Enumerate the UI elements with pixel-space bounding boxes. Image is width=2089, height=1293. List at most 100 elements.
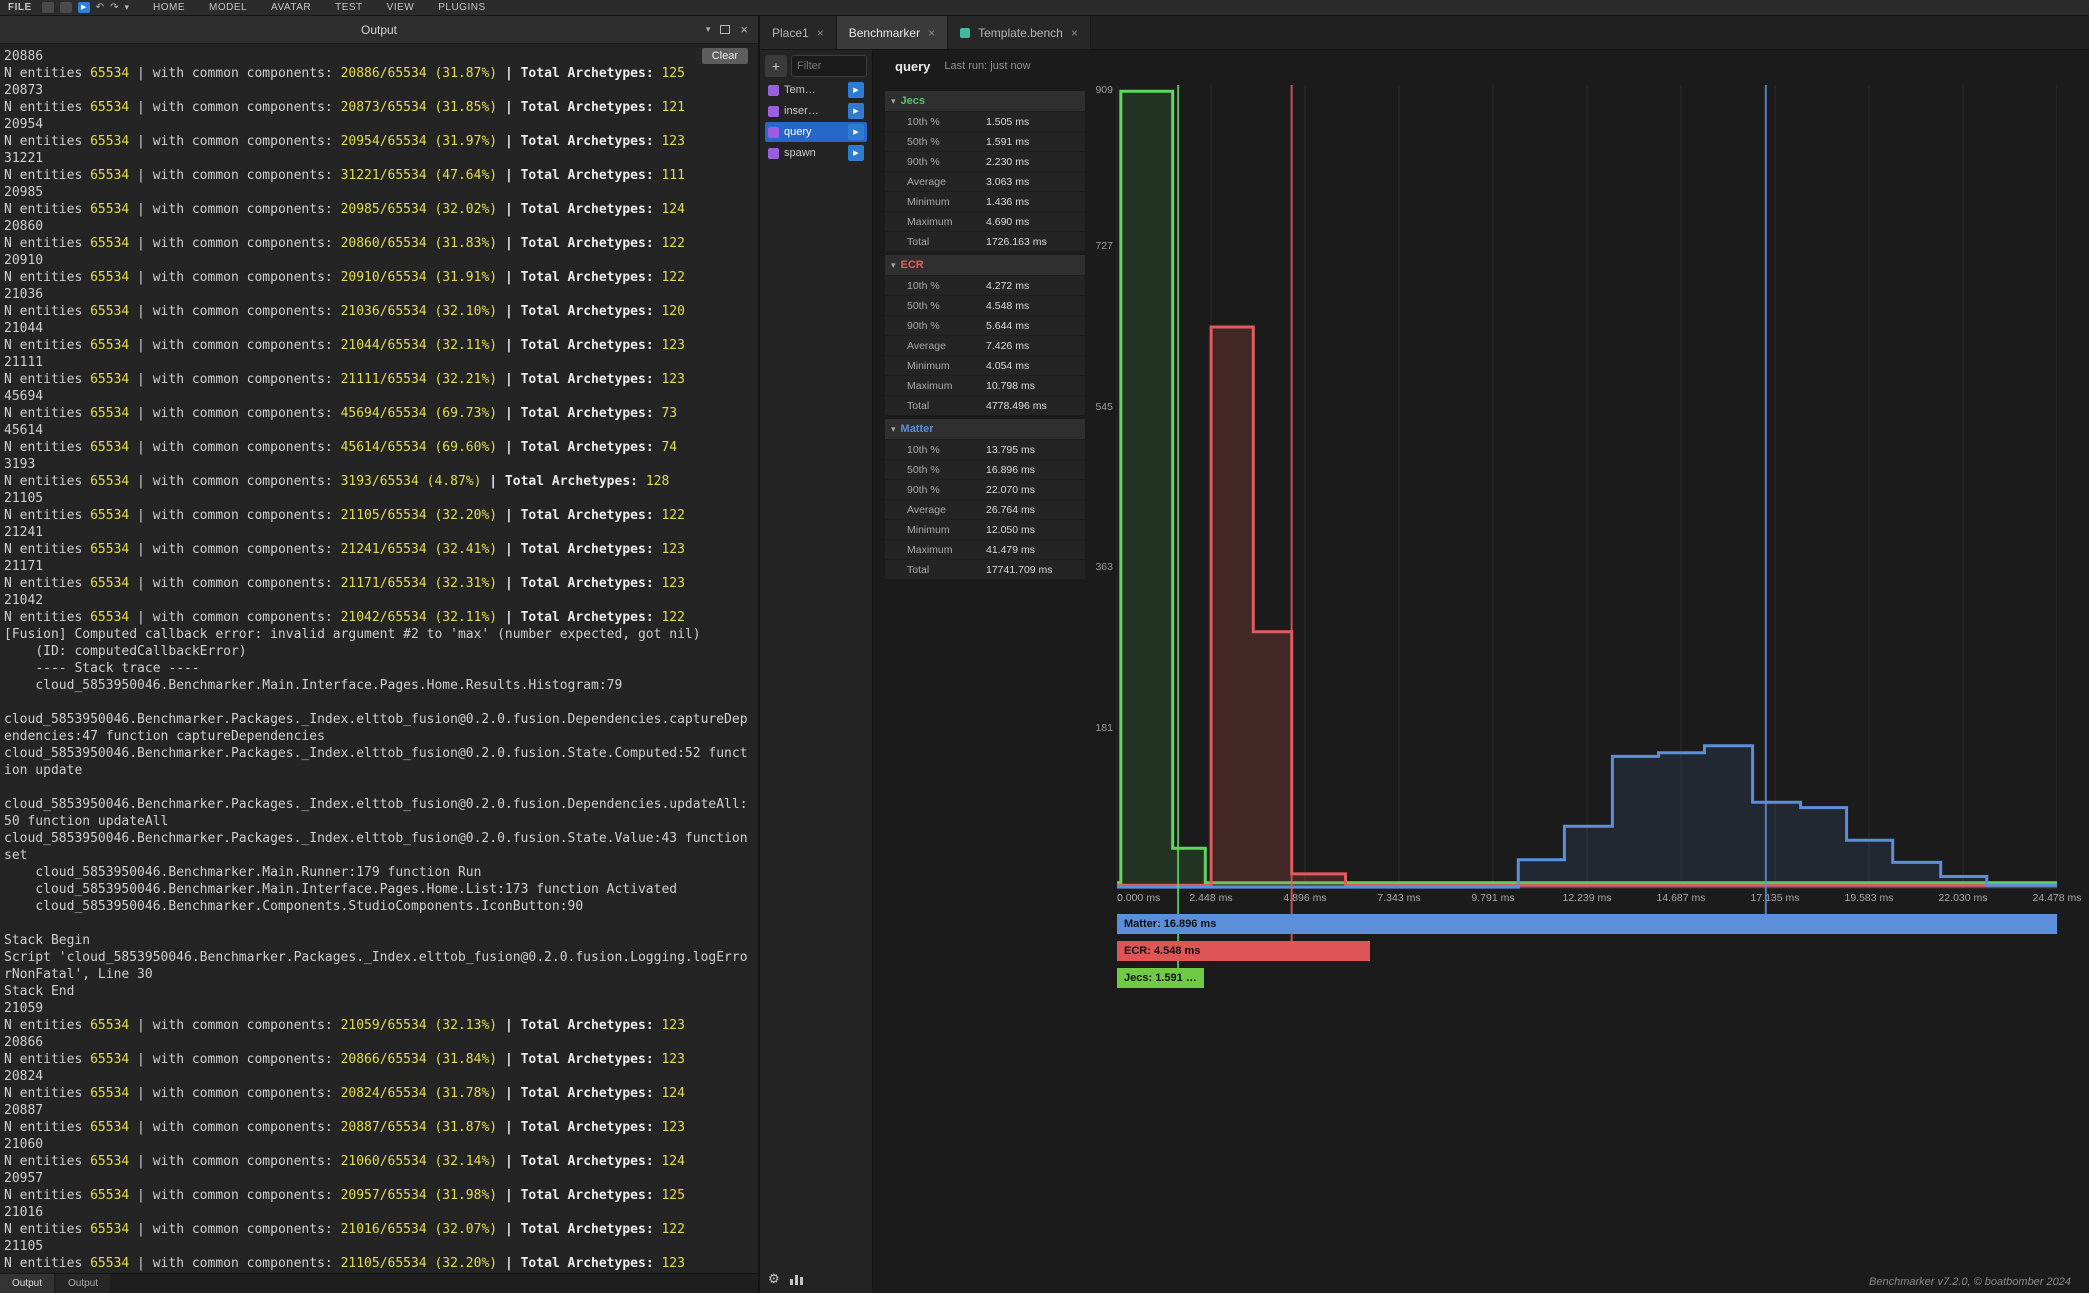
console-line: 20910 (4, 252, 754, 269)
stats-row-label: 90th % (885, 484, 986, 496)
stats-group-header[interactable]: ▾ECR (885, 255, 1085, 275)
console-line: N entities 65534 | with common component… (4, 303, 754, 320)
close-icon[interactable]: × (740, 25, 748, 35)
benchmark-item-tem[interactable]: Tem…▶ (765, 80, 867, 100)
console-text (497, 236, 505, 251)
run-benchmark-button[interactable]: ▶ (848, 124, 864, 140)
y-axis-tick-label: 363 (1085, 561, 1113, 573)
output-bottom-tab[interactable]: Output (0, 1274, 54, 1293)
console-text: 124 (661, 202, 684, 217)
add-benchmark-button[interactable]: + (765, 55, 787, 77)
undo-icon[interactable]: ↶ (96, 2, 104, 13)
redo-icon[interactable]: ↷ (110, 2, 118, 13)
stats-row: 10th %4.272 ms (885, 275, 1085, 295)
benchmark-item-inser[interactable]: inser…▶ (765, 101, 867, 121)
stats-group-matter: ▾Matter10th %13.795 ms50th %16.896 ms90t… (885, 419, 1085, 579)
console-text: | with common components: (129, 202, 340, 217)
settings-gear-icon[interactable]: ⚙ (768, 1271, 780, 1287)
console-text: 65534 (90, 542, 129, 557)
console-text: | with common components: (129, 168, 340, 183)
console-text: 65534 (90, 1256, 129, 1271)
console-text: N entities (4, 100, 90, 115)
stats-row-label: Minimum (885, 196, 986, 208)
console-text: 124 (661, 1086, 684, 1101)
ribbon-tab-avatar[interactable]: AVATAR (271, 2, 311, 13)
tab-close-icon[interactable]: × (1071, 26, 1078, 40)
console-text: | Total Archetypes: (505, 1154, 654, 1169)
ribbon-tab-home[interactable]: HOME (153, 2, 185, 13)
console-text: 21241/65534 (32.41%) (341, 542, 498, 557)
output-bottom-tab[interactable]: Output (56, 1274, 110, 1293)
console-line: ---- Stack trace ---- (4, 660, 754, 677)
console-text: | Total Archetypes: (505, 576, 654, 591)
save-icon[interactable] (42, 2, 54, 13)
panel-dropdown-icon[interactable]: ▾ (706, 24, 711, 35)
stats-row-label: Average (885, 340, 986, 352)
float-window-icon[interactable] (720, 25, 730, 34)
console-text (497, 508, 505, 523)
console-line: cloud_5853950046.Benchmarker.Components.… (4, 898, 754, 915)
console-text: 21171/65534 (32.31%) (341, 576, 498, 591)
toolbar-dropdown-icon[interactable]: ▾ (124, 2, 129, 13)
ribbon-tab-view[interactable]: VIEW (387, 2, 415, 13)
benchmark-icon (768, 85, 779, 96)
menubar: FILE ▶ ↶ ↷ ▾ HOME MODEL AVATAR TEST VIEW PLUG… (0, 0, 2089, 16)
run-benchmark-button[interactable]: ▶ (848, 145, 864, 161)
console-line: 21241 (4, 524, 754, 541)
console-text: 65534 (90, 508, 129, 523)
doc-tab-benchmarker[interactable]: Benchmarker× (837, 16, 948, 49)
stats-row-value: 5.644 ms (986, 320, 1029, 332)
play-icon[interactable]: ▶ (78, 2, 90, 13)
console-text: | Total Archetypes: (505, 508, 654, 523)
console-text: | Total Archetypes: (505, 1222, 654, 1237)
stats-row: Total17741.709 ms (885, 559, 1085, 579)
console-line: 21059 (4, 1000, 754, 1017)
x-axis-tick-label: 17.135 ms (1750, 892, 1799, 904)
stats-row: Maximum41.479 ms (885, 539, 1085, 559)
x-axis-tick-label: 22.030 ms (1938, 892, 1987, 904)
file-menu[interactable]: FILE (8, 2, 32, 13)
stats-group-header[interactable]: ▾Matter (885, 419, 1085, 439)
console-line: N entities 65534 | with common component… (4, 1085, 754, 1102)
console-line: cloud_5853950046.Benchmarker.Main.Runner… (4, 864, 754, 881)
ribbon-tab-plugins[interactable]: PLUGINS (438, 2, 485, 13)
console-text: | with common components: (129, 270, 340, 285)
console-line: N entities 65534 | with common component… (4, 1187, 754, 1204)
console-line: N entities 65534 | with common component… (4, 439, 754, 456)
tab-close-icon[interactable]: × (928, 26, 935, 40)
ribbon-tab-test[interactable]: TEST (335, 2, 363, 13)
console-line: 21016 (4, 1204, 754, 1221)
stats-group-name: ECR (901, 259, 924, 271)
run-benchmark-button[interactable]: ▶ (848, 82, 864, 98)
stats-group-header[interactable]: ▾Jecs (885, 91, 1085, 111)
console-line: 20904 (4, 1272, 754, 1273)
benchmark-item-spawn[interactable]: spawn▶ (765, 143, 867, 163)
console-text: | with common components: (129, 236, 340, 251)
console-text: | Total Archetypes: (505, 304, 654, 319)
console-line: 21171 (4, 558, 754, 575)
console-text: 65534 (90, 440, 129, 455)
console-text: | with common components: (129, 1120, 340, 1135)
ribbon-tab-model[interactable]: MODEL (209, 2, 247, 13)
y-axis-tick-label: 909 (1085, 84, 1113, 96)
stats-row-label: 10th % (885, 116, 986, 128)
doc-tab-place1[interactable]: Place1× (760, 16, 837, 49)
console-text: | Total Archetypes: (505, 1018, 654, 1033)
console-text: N entities (4, 1222, 90, 1237)
console-text: | with common components: (129, 1018, 340, 1033)
console-text: 65534 (90, 66, 129, 81)
chart-toggle-icon[interactable] (790, 1273, 804, 1285)
filter-input[interactable] (791, 55, 867, 77)
tab-close-icon[interactable]: × (817, 26, 824, 40)
x-axis-tick-label: 4.896 ms (1283, 892, 1326, 904)
console-text: 125 (661, 66, 684, 81)
x-axis-tick-label: 12.239 ms (1562, 892, 1611, 904)
console-text: | Total Archetypes: (505, 134, 654, 149)
stats-row-label: Total (885, 564, 986, 576)
publish-icon[interactable] (60, 2, 72, 13)
run-benchmark-button[interactable]: ▶ (848, 103, 864, 119)
console-text: 65534 (90, 1120, 129, 1135)
benchmark-item-query[interactable]: query▶ (765, 122, 867, 142)
clear-button[interactable]: Clear (702, 48, 748, 64)
doc-tab-template-bench[interactable]: Template.bench× (948, 16, 1091, 49)
